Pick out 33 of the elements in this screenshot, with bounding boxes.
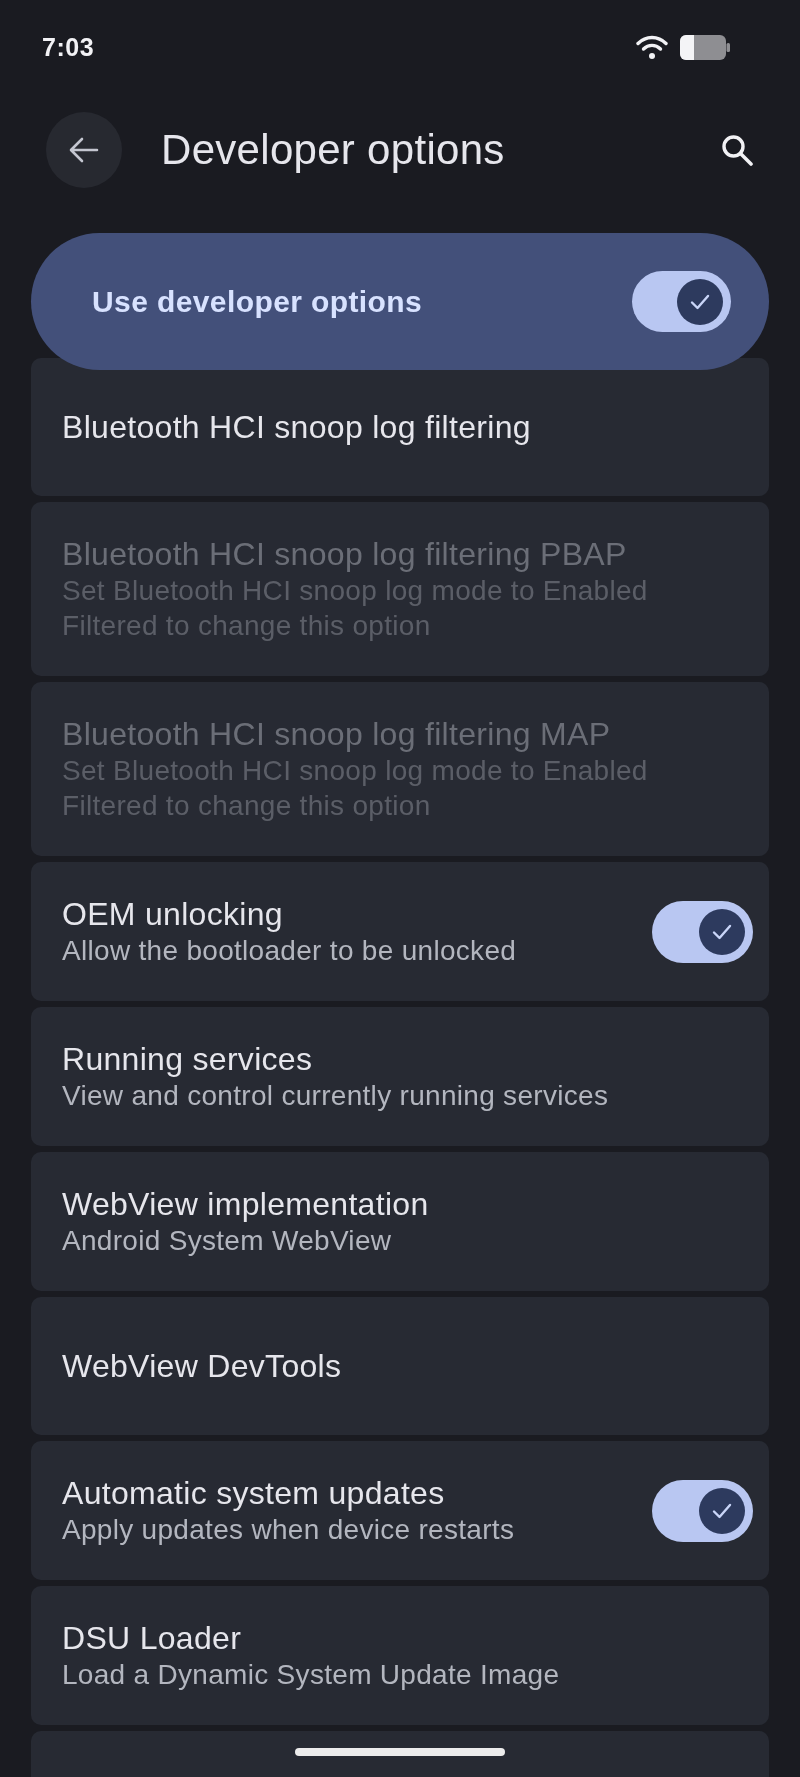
search-button[interactable] bbox=[720, 133, 754, 167]
setting-item[interactable]: WebView DevTools bbox=[31, 1297, 769, 1435]
setting-item[interactable]: OEM unlocking Allow the bootloader to be unlocked bbox=[31, 862, 769, 1001]
back-arrow-icon bbox=[69, 137, 99, 163]
setting-title: Bluetooth HCI snoop log filtering PBAP bbox=[62, 535, 627, 573]
setting-title: Automatic system updates bbox=[62, 1474, 445, 1512]
setting-title: Bluetooth HCI snoop log filtering bbox=[62, 408, 531, 446]
setting-summary: Android System WebView bbox=[62, 1224, 392, 1258]
setting-title: DSU Loader bbox=[62, 1619, 242, 1657]
setting-title: WebView DevTools bbox=[62, 1347, 342, 1385]
setting-item[interactable]: Bluetooth HCI snoop log filtering bbox=[31, 358, 769, 496]
setting-title: Running services bbox=[62, 1040, 313, 1078]
search-icon bbox=[721, 134, 753, 166]
battery-icon bbox=[680, 34, 730, 60]
status-time: 7:03 bbox=[42, 32, 95, 62]
setting-summary: Allow the bootloader to be unlocked bbox=[62, 934, 517, 968]
setting-title: Bluetooth HCI snoop log filtering MAP bbox=[62, 715, 611, 753]
setting-title: WebView implementation bbox=[62, 1185, 429, 1223]
wifi-icon bbox=[636, 34, 668, 60]
setting-item[interactable]: WebView implementation Android System WebView bbox=[31, 1152, 769, 1291]
setting-summary: Apply updates when device restarts bbox=[62, 1513, 515, 1547]
page-title: Developer options bbox=[161, 126, 506, 174]
setting-summary: View and control currently running services bbox=[62, 1079, 609, 1113]
master-switch-label: Use developer options bbox=[92, 284, 423, 319]
setting-title: OEM unlocking bbox=[62, 895, 283, 933]
check-icon bbox=[712, 1502, 732, 1519]
master-switch-bar[interactable]: Use developer options bbox=[31, 233, 769, 370]
check-icon bbox=[690, 293, 710, 310]
setting-item[interactable]: Automatic system updates Apply updates when device restarts bbox=[31, 1441, 769, 1580]
setting-item[interactable]: DSU Loader Load a Dynamic System Update Image bbox=[31, 1586, 769, 1725]
check-icon bbox=[712, 923, 732, 940]
setting-item[interactable]: Running services View and control currently running services bbox=[31, 1007, 769, 1146]
setting-summary: Load a Dynamic System Update Image bbox=[62, 1658, 560, 1692]
